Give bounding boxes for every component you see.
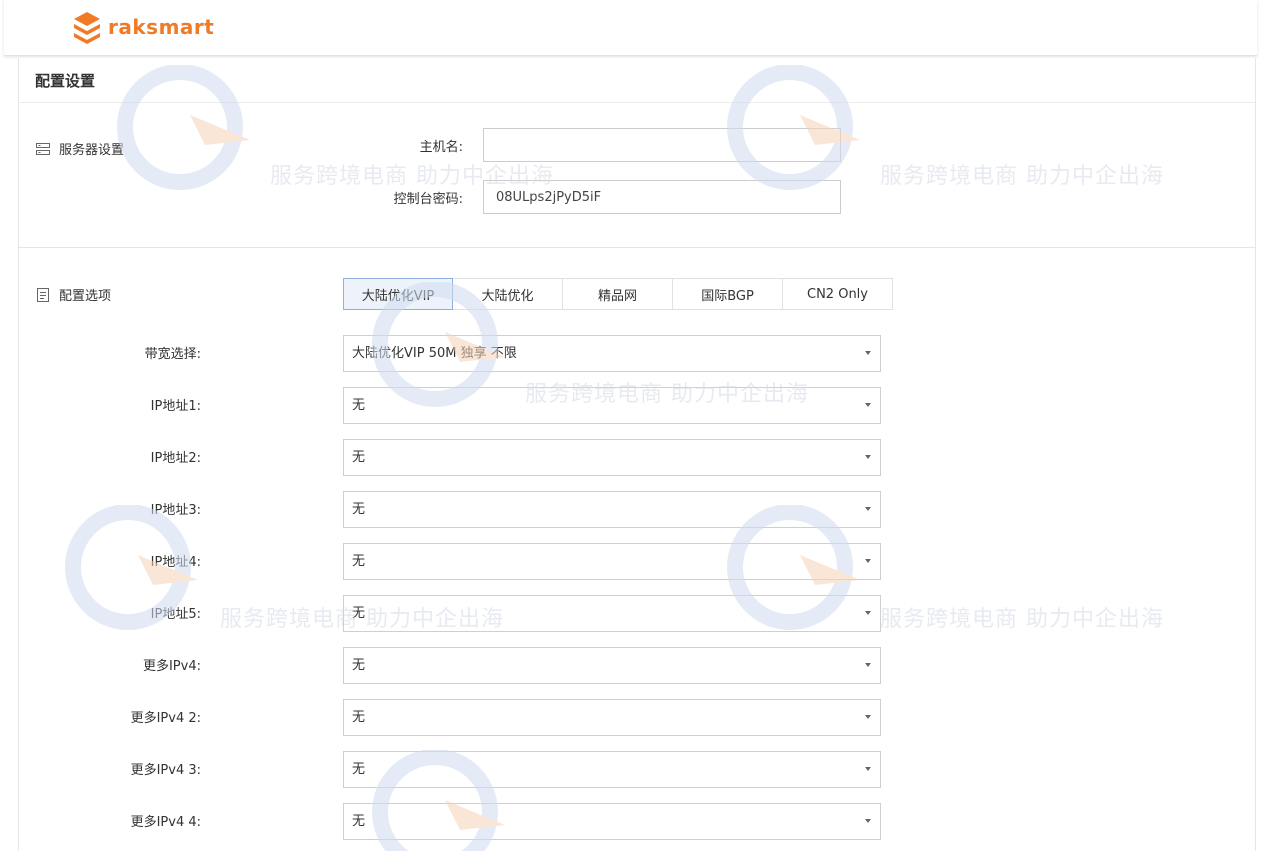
hostname-input[interactable]: [483, 128, 841, 162]
more-ipv4-value: 无: [352, 658, 366, 673]
ip-address-2-value: 无: [352, 450, 366, 465]
server-settings-text: 服务器设置: [59, 143, 125, 158]
raksmart-logo[interactable]: raksmart: [72, 9, 214, 45]
network-tabs: 大陆优化VIP 大陆优化 精品网 国际BGP CN2 Only: [343, 278, 893, 310]
more-ipv4-select[interactable]: 无: [343, 647, 881, 684]
chevron-down-icon: [865, 455, 871, 459]
server-settings-label: 服务器设置: [36, 139, 124, 158]
ip-address-2-label: IP地址2:: [150, 451, 201, 466]
ip-address-3-value: 无: [352, 502, 366, 517]
more-ipv4-3-label: 更多IPv4 3:: [130, 763, 201, 778]
ip-address-3-label: IP地址3:: [150, 503, 201, 518]
section-divider: [19, 247, 1255, 248]
card-title: 配置设置: [35, 72, 96, 90]
ip-address-5-label: IP地址5:: [150, 607, 201, 622]
chevron-down-icon: [865, 403, 871, 407]
hostname-label: 主机名:: [419, 140, 463, 155]
config-options-text: 配置选项: [59, 289, 112, 304]
bandwidth-label: 带宽选择:: [144, 347, 201, 362]
more-ipv4-4-label: 更多IPv4 4:: [130, 815, 201, 830]
ip-address-1-select[interactable]: 无: [343, 387, 881, 424]
tab-premium[interactable]: 精品网: [563, 278, 673, 310]
more-ipv4-3-select[interactable]: 无: [343, 751, 881, 788]
more-ipv4-label: 更多IPv4:: [142, 659, 201, 674]
list-icon: [37, 287, 49, 302]
raksmart-logo-icon: [74, 12, 100, 44]
more-ipv4-3-value: 无: [352, 762, 366, 777]
more-ipv4-2-value: 无: [352, 710, 366, 725]
ip-address-3-select[interactable]: 无: [343, 491, 881, 528]
ip-address-1-value: 无: [352, 398, 366, 413]
chevron-down-icon: [865, 715, 871, 719]
chevron-down-icon: [865, 663, 871, 667]
tab-cn2-only[interactable]: CN2 Only: [783, 278, 893, 310]
chevron-down-icon: [865, 351, 871, 355]
more-ipv4-4-select[interactable]: 无: [343, 803, 881, 840]
config-options-label: 配置选项: [36, 285, 111, 304]
config-settings-card: 配置设置 服务器设置 主机名: 控制台密码: 配置选项 大陆优化VIP 大陆优化…: [18, 58, 1256, 851]
chevron-down-icon: [865, 767, 871, 771]
title-divider: [19, 102, 1255, 103]
more-ipv4-2-select[interactable]: 无: [343, 699, 881, 736]
ip-address-4-label: IP地址4:: [150, 555, 201, 570]
ip-address-5-value: 无: [352, 606, 366, 621]
console-password-input[interactable]: [483, 180, 841, 214]
tab-mainland[interactable]: 大陆优化: [453, 278, 563, 310]
chevron-down-icon: [865, 611, 871, 615]
server-icon: [36, 142, 50, 155]
ip-address-1-label: IP地址1:: [150, 399, 201, 414]
more-ipv4-4-value: 无: [352, 814, 366, 829]
top-bar: raksmart: [4, 0, 1257, 56]
tab-intl-bgp[interactable]: 国际BGP: [673, 278, 783, 310]
ip-address-5-select[interactable]: 无: [343, 595, 881, 632]
tab-mainland-vip[interactable]: 大陆优化VIP: [343, 278, 453, 310]
more-ipv4-2-label: 更多IPv4 2:: [130, 711, 201, 726]
console-password-label: 控制台密码:: [393, 192, 463, 207]
ip-address-4-value: 无: [352, 554, 366, 569]
chevron-down-icon: [865, 507, 871, 511]
raksmart-logo-text: raksmart: [108, 15, 215, 39]
ip-address-2-select[interactable]: 无: [343, 439, 881, 476]
chevron-down-icon: [865, 559, 871, 563]
ip-address-4-select[interactable]: 无: [343, 543, 881, 580]
bandwidth-value: 大陆优化VIP 50M 独享 不限: [352, 346, 517, 361]
chevron-down-icon: [865, 819, 871, 823]
bandwidth-select[interactable]: 大陆优化VIP 50M 独享 不限: [343, 335, 881, 372]
